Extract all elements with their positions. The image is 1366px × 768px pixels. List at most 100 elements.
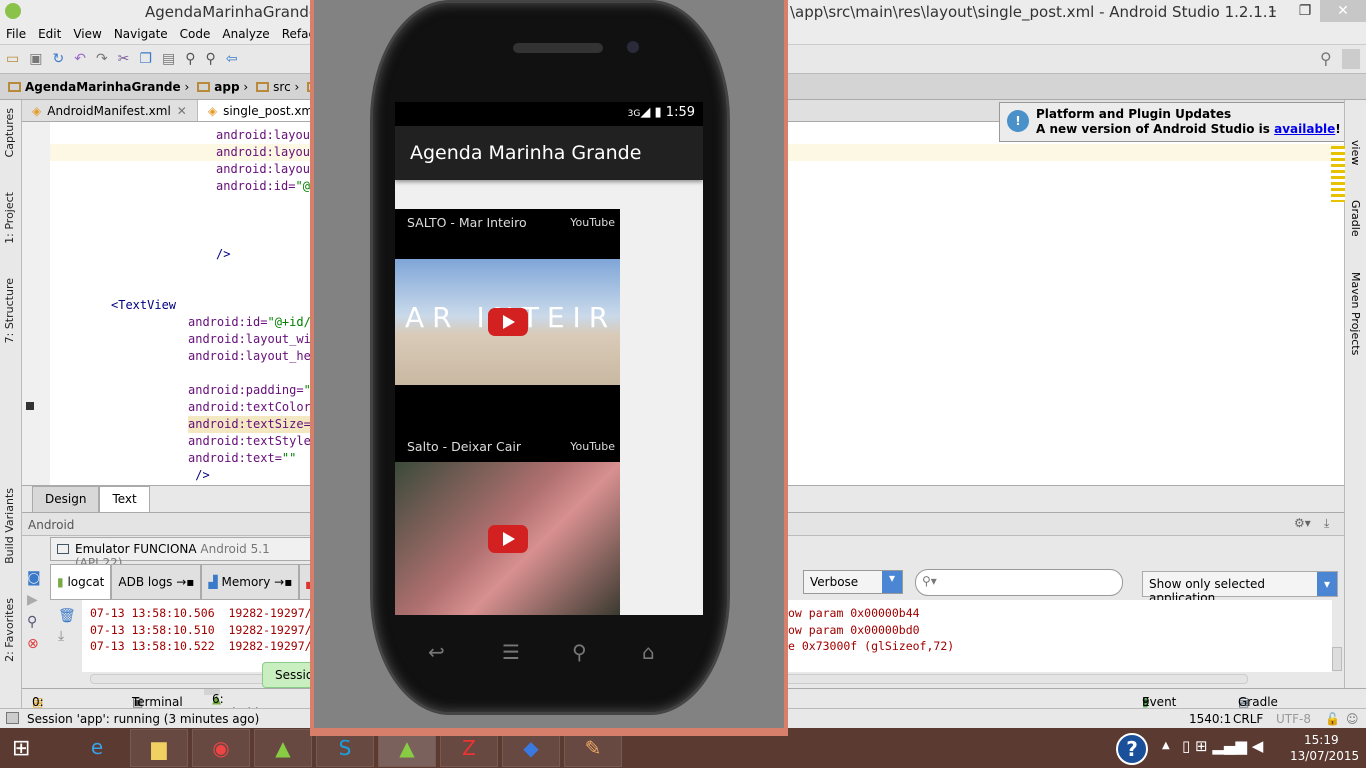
gradle-tool[interactable]: Gradle bbox=[1349, 200, 1362, 237]
android-tab[interactable]: ▲ 6: Android bbox=[204, 689, 258, 720]
tab-design[interactable]: Design bbox=[32, 486, 100, 512]
device-name: Emulator FUNCIONA bbox=[75, 542, 197, 556]
cut-icon[interactable]: ✂ bbox=[118, 51, 130, 67]
right-tool-stripe: view Gradle Maven Projects bbox=[1331, 100, 1366, 688]
tab-adb-logs[interactable]: ADB logs →▪ bbox=[111, 564, 202, 600]
windows-start-icon[interactable]: ⊞ bbox=[12, 736, 30, 761]
menu-view[interactable]: View bbox=[73, 24, 101, 44]
clear-log-icon[interactable]: 🗑 bbox=[58, 608, 76, 624]
hide-panel-icon[interactable]: ⤓ bbox=[1324, 516, 1329, 531]
breadcrumb-app[interactable]: app › bbox=[197, 80, 248, 94]
breadcrumb-src[interactable]: src › bbox=[256, 80, 299, 94]
scroll-to-end-icon[interactable]: ⤓ bbox=[58, 628, 74, 644]
paste-icon[interactable]: ▤ bbox=[162, 51, 175, 67]
log-line: 07-13 13:58:10.506 19282-19297/ bbox=[90, 606, 312, 620]
tool-windows-icon[interactable] bbox=[6, 712, 19, 724]
log-scrollbar[interactable] bbox=[1332, 647, 1342, 671]
chevron-down-icon: ▾ bbox=[1317, 572, 1337, 596]
internet-explorer-icon[interactable]: e bbox=[68, 729, 126, 767]
device-selector[interactable]: Emulator FUNCIONA Android 5.1 (API 22) bbox=[50, 537, 320, 570]
video-title: SALTO - Mar Inteiro bbox=[407, 215, 527, 230]
logcat-output-right: ow param 0x00000b44 ow param 0x00000bd0 … bbox=[788, 606, 955, 653]
close-tab-icon[interactable]: ✕ bbox=[177, 104, 187, 118]
tab-logcat[interactable]: ▮ logcat bbox=[50, 564, 112, 600]
help-icon[interactable]: ? bbox=[1116, 733, 1148, 765]
search-nav-icon[interactable]: ⚲ bbox=[572, 640, 587, 664]
tab-label: Memory bbox=[221, 575, 271, 589]
minimize-button[interactable]: – bbox=[1256, 0, 1290, 22]
redo-icon[interactable]: ↷ bbox=[96, 51, 108, 67]
gear-icon[interactable]: ⚙▾ bbox=[1294, 516, 1311, 530]
project-tool[interactable]: 1: Project bbox=[3, 192, 16, 244]
sync-icon[interactable]: ↻ bbox=[52, 51, 64, 67]
update-notification[interactable]: ! Platform and Plugin Updates A new vers… bbox=[999, 102, 1361, 142]
open-icon[interactable]: ▭ bbox=[6, 51, 19, 67]
record-icon[interactable]: ▶ bbox=[27, 592, 48, 608]
notification-end: ! bbox=[1335, 122, 1341, 136]
menu-code[interactable]: Code bbox=[180, 24, 211, 44]
play-button[interactable] bbox=[487, 524, 528, 553]
log-line: 07-13 13:58:10.522 19282-19297/ bbox=[90, 639, 312, 653]
replace-icon[interactable]: ⚲ bbox=[205, 51, 215, 67]
emulator-screen[interactable]: 3G◢ ▮ 1:59 Agenda Marinha Grande SALTO -… bbox=[395, 102, 703, 615]
save-icon[interactable]: ▣ bbox=[29, 51, 42, 67]
video-2-thumbnail[interactable] bbox=[395, 462, 620, 615]
menu-analyze[interactable]: Analyze bbox=[222, 24, 269, 44]
play-button[interactable] bbox=[487, 308, 528, 336]
tray-icons[interactable]: ▯ ⊞ ▂▄▆ ◀ bbox=[1182, 737, 1263, 755]
line-separator[interactable]: CRLF bbox=[1233, 712, 1263, 726]
favorites-tool[interactable]: 2: Favorites bbox=[3, 598, 16, 662]
inspector-icon[interactable]: ☺ bbox=[1346, 712, 1359, 726]
clock-time[interactable]: 15:19 bbox=[1304, 733, 1339, 747]
preview-tool[interactable]: view bbox=[1349, 140, 1362, 165]
tab-androidmanifest[interactable]: ◈ AndroidManifest.xml ✕ bbox=[22, 100, 198, 121]
log-search-input[interactable]: ⚲▾ bbox=[915, 569, 1123, 596]
logcat-side-toolbar: ◙ ▶ ⚲ ⊗ bbox=[24, 566, 48, 676]
menu-navigate[interactable]: Navigate bbox=[114, 24, 168, 44]
captures-tool[interactable]: Captures bbox=[3, 108, 16, 157]
log-level-select[interactable]: Verbose ▾ bbox=[803, 570, 903, 594]
clock-date[interactable]: 13/07/2015 bbox=[1290, 749, 1359, 763]
file-explorer-icon[interactable]: ▆ bbox=[130, 729, 188, 767]
show-hidden-icons[interactable]: ▲ bbox=[1162, 740, 1170, 751]
video-1-header[interactable]: SALTO - Mar Inteiro YouTube bbox=[395, 209, 620, 259]
copy-icon[interactable]: ❐ bbox=[139, 51, 152, 67]
maven-tool[interactable]: Maven Projects bbox=[1349, 272, 1362, 355]
android-studio-icon bbox=[5, 3, 21, 19]
app-action-bar: Agenda Marinha Grande bbox=[395, 126, 703, 180]
color-swatch bbox=[26, 402, 34, 410]
video-source: YouTube bbox=[570, 216, 615, 229]
terminate-icon[interactable]: ⊗ bbox=[27, 636, 48, 652]
back-icon[interactable]: ⇦ bbox=[226, 51, 238, 67]
structure-tool[interactable]: 7: Structure bbox=[3, 278, 16, 343]
screenshot-icon[interactable]: ◙ bbox=[27, 570, 48, 586]
filter-select[interactable]: Show only selected application ▾ bbox=[1142, 571, 1338, 605]
android-studio-taskbar-icon[interactable]: ▲ bbox=[254, 729, 312, 767]
panel-title: Android bbox=[28, 518, 75, 532]
find-icon[interactable]: ⚲ bbox=[185, 51, 195, 67]
notification-text: A new version of Android Studio is bbox=[1036, 122, 1275, 136]
maximize-button[interactable]: ❐ bbox=[1288, 0, 1322, 22]
breadcrumb-project[interactable]: AgendaMarinhaGrande › bbox=[8, 80, 189, 94]
close-button[interactable]: ✕ bbox=[1320, 0, 1366, 22]
video-source: YouTube bbox=[570, 440, 615, 453]
menu-nav-icon[interactable]: ☰ bbox=[502, 640, 520, 664]
tab-text[interactable]: Text bbox=[99, 486, 150, 512]
lock-icon[interactable]: 🔓 bbox=[1325, 712, 1340, 726]
available-link[interactable]: available bbox=[1274, 122, 1335, 136]
caret-position[interactable]: 1540:1 bbox=[1189, 712, 1231, 726]
back-nav-icon[interactable]: ↩ bbox=[428, 640, 445, 664]
build-variants-tool[interactable]: Build Variants bbox=[3, 488, 16, 564]
system-info-icon[interactable]: ⚲ bbox=[27, 614, 48, 630]
menu-edit[interactable]: Edit bbox=[38, 24, 61, 44]
video-1-thumbnail[interactable]: AR INTEIR bbox=[395, 259, 620, 385]
search-everywhere-icon[interactable]: ⚲ bbox=[1320, 49, 1332, 68]
file-encoding[interactable]: UTF-8 bbox=[1276, 712, 1311, 726]
video-2-header[interactable]: Salto - Deixar Cair YouTube bbox=[395, 385, 620, 462]
undo-icon[interactable]: ↶ bbox=[74, 51, 86, 67]
chrome-icon[interactable]: ◉ bbox=[192, 729, 250, 767]
user-icon[interactable] bbox=[1342, 49, 1360, 69]
home-nav-icon[interactable]: ⌂ bbox=[642, 640, 655, 664]
menu-file[interactable]: File bbox=[6, 24, 26, 44]
tab-memory[interactable]: ▟ Memory →▪ bbox=[201, 564, 300, 600]
